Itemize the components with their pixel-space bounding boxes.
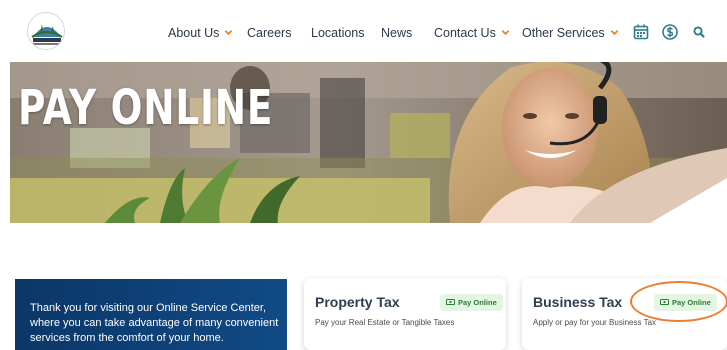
nav-other-services-label: Other Services <box>522 26 605 40</box>
property-tax-subtitle: Pay your Real Estate or Tangible Taxes <box>315 318 455 327</box>
nav-careers[interactable]: Careers <box>247 25 291 41</box>
property-tax-title: Property Tax <box>315 294 400 310</box>
nav-contact-us[interactable]: Contact Us <box>434 25 510 41</box>
chevron-down-icon <box>501 30 510 36</box>
dollar-icon[interactable] <box>661 23 679 41</box>
pay-online-label: Pay Online <box>458 298 497 307</box>
site-header: About Us Careers Locations News Contact … <box>0 0 727 62</box>
pay-online-label: Pay Online <box>672 298 711 307</box>
page-title: PAY ONLINE <box>18 80 274 136</box>
nav-locations[interactable]: Locations <box>311 25 365 41</box>
chevron-down-icon <box>225 30 233 36</box>
business-tax-subtitle: Apply or pay for your Business Tax <box>533 318 657 327</box>
calendar-icon[interactable] <box>632 23 650 41</box>
nav-about-us[interactable]: About Us <box>168 25 233 41</box>
property-tax-card[interactable]: Property Tax Pay your Real Estate or Tan… <box>304 278 506 350</box>
nav-about-us-label: About Us <box>168 26 220 40</box>
nav-news-label: News <box>381 26 413 40</box>
intro-text: Thank you for visiting our Online Servic… <box>30 302 279 344</box>
chevron-down-icon <box>610 30 618 36</box>
money-icon <box>660 299 669 305</box>
nav-other-services[interactable]: Other Services <box>522 25 619 41</box>
nav-contact-us-label: Contact Us <box>434 26 496 40</box>
property-tax-pay-online-button[interactable]: Pay Online <box>440 294 503 311</box>
business-tax-card[interactable]: Business Tax Apply or pay for your Busin… <box>522 278 727 350</box>
business-tax-title: Business Tax <box>533 294 623 310</box>
money-icon <box>446 299 455 305</box>
nav-careers-label: Careers <box>247 26 292 40</box>
hero-banner: PAY ONLINE <box>10 58 727 223</box>
intro-panel: Thank you for visiting our Online Servic… <box>15 279 287 350</box>
main-nav: About Us Careers Locations News Contact … <box>0 0 727 62</box>
search-icon[interactable] <box>690 23 708 41</box>
nav-locations-label: Locations <box>311 26 365 40</box>
nav-news[interactable]: News <box>381 25 412 41</box>
business-tax-pay-online-button[interactable]: Pay Online <box>654 294 717 311</box>
